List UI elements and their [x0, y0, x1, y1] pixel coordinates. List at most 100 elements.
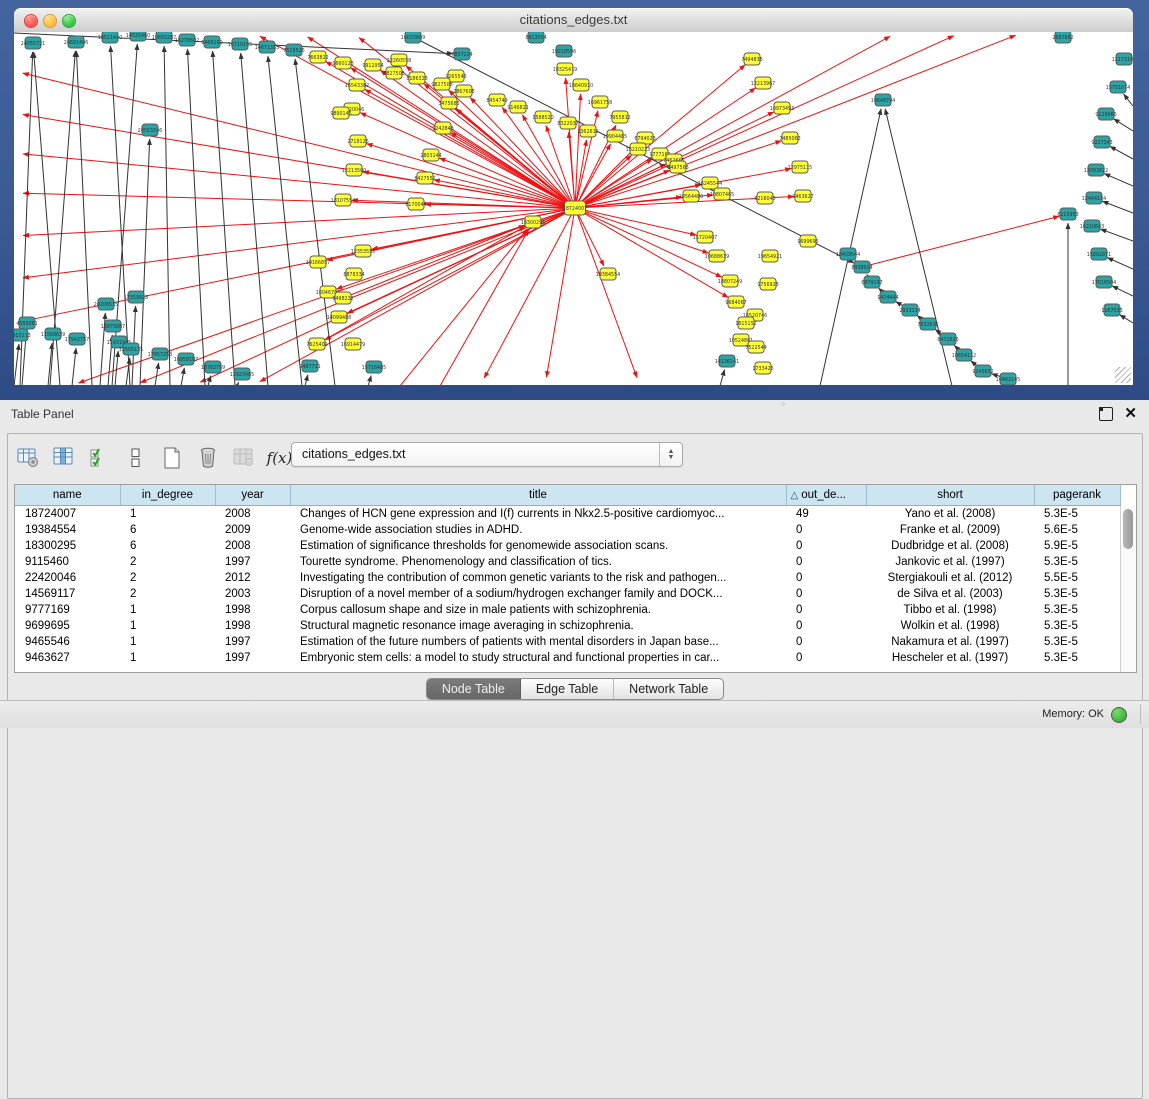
graph-node[interactable]: 1615152 [735, 317, 756, 329]
column-header-in-degree[interactable]: in_degree [120, 485, 215, 506]
graph-node[interactable]: 10719155 [228, 38, 252, 50]
cell[interactable]: 1998 [215, 602, 290, 618]
cell[interactable]: 9463627 [15, 650, 120, 666]
cell[interactable]: 0 [786, 586, 866, 602]
graph-node[interactable]: 15751074 [1106, 81, 1130, 93]
graph-node[interactable]: 14671355 [255, 41, 279, 53]
cell[interactable]: de Silva et al. (2003) [866, 586, 1034, 602]
graph-node[interactable]: 7494838 [741, 53, 762, 65]
cell[interactable]: 1 [120, 634, 215, 650]
graph-node[interactable]: 3475685 [438, 97, 459, 109]
new-column-button[interactable] [158, 444, 185, 472]
graph-node[interactable]: 7857224 [451, 48, 472, 60]
cell[interactable]: 1997 [215, 650, 290, 666]
graph-node[interactable]: 10688639 [705, 250, 729, 262]
table-row[interactable]: 946554611997Estimation of the future num… [15, 634, 1120, 650]
cell[interactable]: 5.3E-5 [1034, 650, 1120, 666]
graph-node[interactable]: 19904485 [603, 130, 627, 142]
graph-node[interactable]: 1362615 [577, 125, 598, 137]
cell[interactable]: Disruption of a novel member of a sodium… [290, 586, 786, 602]
cell[interactable]: 9465546 [15, 634, 120, 650]
table-row[interactable]: 1872400712008Changes of HCN gene express… [15, 506, 1120, 523]
cell[interactable]: 6 [120, 522, 215, 538]
cell[interactable]: 18300295 [15, 538, 120, 554]
cell[interactable]: 5.5E-5 [1034, 570, 1120, 586]
table-row[interactable]: 1938455462009Genome-wide association stu… [15, 522, 1120, 538]
cell[interactable]: 1997 [215, 554, 290, 570]
graph-node[interactable]: 18409544 [836, 248, 860, 260]
cell[interactable]: Wolkin et al. (1998) [866, 618, 1034, 634]
table-row[interactable]: 969969511998Structural magnetic resonanc… [15, 618, 1120, 634]
graph-node[interactable]: 16543382 [345, 79, 369, 91]
graph-node[interactable]: 8215953 [1057, 208, 1078, 220]
cell[interactable]: 9777169 [15, 602, 120, 618]
graph-node[interactable]: 7522544 [745, 341, 766, 353]
graph-node[interactable]: 7515526 [283, 44, 304, 56]
cell[interactable]: Yano et al. (2008) [866, 506, 1034, 523]
graph-node[interactable]: 10462145 [996, 373, 1020, 385]
cell[interactable]: Tourette syndrome. Phenomenology and cla… [290, 554, 786, 570]
cell[interactable]: 19384554 [15, 522, 120, 538]
table-row[interactable]: 946362711997Embryonic stem cells: a mode… [15, 650, 1120, 666]
graph-node[interactable]: 9684067 [725, 296, 746, 308]
graph-node[interactable]: 9827503 [383, 67, 404, 79]
show-columns-button[interactable] [50, 444, 77, 472]
graph-node[interactable]: 6497568 [667, 161, 688, 173]
graph-node[interactable]: 12444124 [1082, 192, 1106, 204]
table-options-button[interactable] [14, 444, 41, 472]
cell[interactable]: 5.3E-5 [1034, 634, 1120, 650]
graph-node[interactable]: 18640910 [569, 79, 593, 91]
graph-node[interactable]: 20564486 [679, 190, 703, 202]
cell[interactable]: 6 [120, 538, 215, 554]
cell[interactable]: 5.3E-5 [1034, 554, 1120, 570]
graph-node[interactable]: 16210643 [1080, 220, 1104, 232]
graph-node[interactable]: 12975115 [788, 161, 812, 173]
cell[interactable]: Investigating the contribution of common… [290, 570, 786, 586]
close-panel-icon[interactable]: ✕ [1124, 404, 1137, 422]
graph-node[interactable]: 8938924 [851, 261, 872, 273]
cell[interactable]: 14569117 [15, 586, 120, 602]
graph-node[interactable]: 7955812 [609, 111, 630, 123]
cell[interactable]: 2008 [215, 506, 290, 523]
cell[interactable]: 2 [120, 570, 215, 586]
graph-node[interactable]: 14136141 [715, 355, 739, 367]
cell[interactable]: 18724007 [15, 506, 120, 523]
cell[interactable]: Nakamura et al. (1997) [866, 634, 1034, 650]
cell[interactable]: 1997 [215, 634, 290, 650]
graph-node[interactable]: 15278602 [175, 34, 199, 46]
graph-node[interactable]: 9890145 [330, 107, 351, 119]
graph-node[interactable]: 24055721 [21, 37, 45, 49]
column-header-out-de-[interactable]: △out_de... [786, 485, 866, 506]
cell[interactable]: 0 [786, 602, 866, 618]
graph-node[interactable]: 18107554 [331, 194, 355, 206]
table-selector-dropdown[interactable]: citations_edges.txt ▲▼ [291, 442, 683, 467]
graph-node[interactable]: 7485063 [779, 132, 800, 144]
graph-node[interactable]: 8471626 [937, 333, 958, 345]
cell[interactable]: 22420046 [15, 570, 120, 586]
graph-hub-node[interactable]: 18724007 [563, 201, 587, 215]
delete-column-button[interactable] [194, 444, 221, 472]
cell[interactable]: 9115460 [15, 554, 120, 570]
column-header-title[interactable]: title [290, 485, 786, 506]
column-header-name[interactable]: name [15, 485, 120, 506]
graph-node[interactable]: 16914479 [341, 338, 365, 350]
cell[interactable]: 5.3E-5 [1034, 586, 1120, 602]
graph-node[interactable]: 18511440 [98, 32, 122, 43]
graph-node[interactable]: 8427552 [414, 172, 435, 184]
tab-network-table[interactable]: Network Table [614, 679, 723, 699]
graph-node[interactable]: 2867608 [453, 85, 474, 97]
graph-node[interactable]: 9129966 [1095, 108, 1116, 120]
graph-node[interactable]: 8454749 [486, 94, 507, 106]
graph-node[interactable]: 9699695 [797, 235, 818, 247]
cell[interactable]: 1 [120, 618, 215, 634]
splitter-grip-icon[interactable]: ⁘ [780, 403, 786, 409]
select-columns-button[interactable] [86, 444, 113, 472]
graph-node[interactable]: 12213967 [751, 77, 775, 89]
cell[interactable]: 1 [120, 506, 215, 523]
graph-node[interactable]: 9474444 [877, 291, 898, 303]
column-header-year[interactable]: year [215, 485, 290, 506]
graph-node[interactable]: 2933114 [899, 304, 920, 316]
graph-node[interactable]: 9245652 [972, 365, 993, 377]
memory-status-indicator[interactable] [1111, 707, 1127, 723]
graph-node[interactable]: 15716485 [362, 361, 386, 373]
